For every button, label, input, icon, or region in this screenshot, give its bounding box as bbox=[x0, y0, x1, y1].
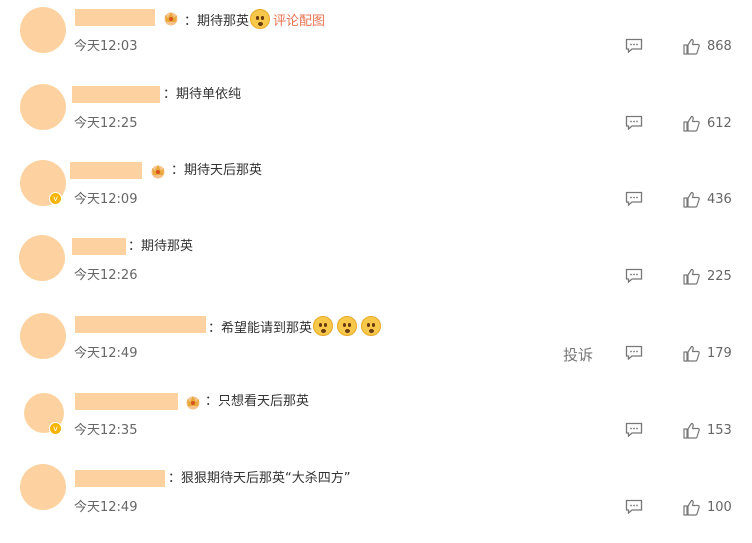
comment-colon: ： bbox=[205, 394, 219, 409]
thumbs-up-icon[interactable] bbox=[683, 345, 700, 362]
comment-time: 今天12:03 bbox=[74, 39, 138, 54]
blushing-face-emoji bbox=[313, 316, 334, 336]
like-count: 225 bbox=[707, 269, 732, 284]
thumbs-up-icon[interactable] bbox=[683, 422, 700, 439]
username-placeholder[interactable] bbox=[75, 316, 206, 333]
comment-icon[interactable] bbox=[625, 499, 643, 514]
like-count: 868 bbox=[707, 39, 732, 54]
comment-item: v ：只想看天后那英 今天12:35 153 bbox=[0, 390, 752, 466]
comment-text: 只想看天后那英 bbox=[218, 394, 310, 409]
avatar[interactable] bbox=[20, 313, 66, 359]
comment-text: 希望能请到那英 bbox=[221, 321, 313, 336]
username-placeholder[interactable] bbox=[72, 86, 160, 103]
verified-badge-icon: v bbox=[49, 192, 62, 205]
comment-time: 今天12:49 bbox=[74, 346, 138, 361]
thumbs-up-icon[interactable] bbox=[683, 191, 700, 208]
comment-text: 狠狠期待天后那英“大杀四方” bbox=[181, 471, 351, 486]
username-placeholder[interactable] bbox=[72, 238, 126, 255]
avatar[interactable] bbox=[19, 235, 65, 281]
comment-icon[interactable] bbox=[625, 38, 643, 53]
avatar[interactable] bbox=[20, 464, 66, 510]
comment-icon[interactable] bbox=[625, 422, 643, 437]
crown-badge-icon bbox=[164, 12, 178, 26]
comment-item: ：希望能请到那英 今天12:49 投诉 179 bbox=[0, 313, 752, 389]
verified-badge-icon: v bbox=[49, 422, 62, 435]
comment-item: ：期待那英 评论配图 今天12:03 868 bbox=[0, 6, 752, 82]
comment-icon[interactable] bbox=[625, 191, 643, 206]
comment-time: 今天12:09 bbox=[74, 192, 138, 207]
comment-time: 今天12:25 bbox=[74, 116, 138, 131]
like-count: 100 bbox=[707, 500, 732, 515]
comment-time: 今天12:26 bbox=[74, 268, 138, 283]
crying-face-emoji bbox=[250, 9, 271, 29]
like-count: 153 bbox=[707, 423, 732, 438]
comment-colon: ： bbox=[184, 14, 198, 29]
crown-badge-icon bbox=[186, 396, 200, 410]
comment-text: 期待那英 bbox=[141, 239, 194, 254]
thumbs-up-icon[interactable] bbox=[683, 268, 700, 285]
like-count: 179 bbox=[707, 346, 732, 361]
thumbs-up-icon[interactable] bbox=[683, 115, 700, 132]
comment-image-link[interactable]: 评论配图 bbox=[273, 14, 325, 29]
username-placeholder[interactable] bbox=[70, 162, 142, 179]
comment-icon[interactable] bbox=[625, 115, 643, 130]
comment-colon: ： bbox=[171, 163, 185, 178]
like-count: 436 bbox=[707, 192, 732, 207]
comment-colon: ： bbox=[208, 321, 222, 336]
comment-colon: ： bbox=[163, 87, 177, 102]
comment-item: ：期待那英 今天12:26 225 bbox=[0, 235, 752, 311]
comment-item: ：狠狠期待天后那英“大杀四方” 今天12:49 100 bbox=[0, 464, 752, 543]
blushing-face-emoji bbox=[361, 316, 382, 336]
username-placeholder[interactable] bbox=[75, 470, 165, 487]
thumbs-up-icon[interactable] bbox=[683, 38, 700, 55]
comment-text: 期待天后那英 bbox=[184, 163, 263, 178]
username-placeholder[interactable] bbox=[75, 9, 155, 26]
comment-item: ：期待单依纯 今天12:25 612 bbox=[0, 83, 752, 159]
report-button[interactable]: 投诉 bbox=[563, 344, 593, 365]
comment-time: 今天12:35 bbox=[74, 423, 138, 438]
username-placeholder[interactable] bbox=[75, 393, 178, 410]
comment-icon[interactable] bbox=[625, 268, 643, 283]
comment-colon: ： bbox=[168, 471, 182, 486]
comment-item: v ：期待天后那英 今天12:09 436 bbox=[0, 159, 752, 235]
avatar[interactable] bbox=[20, 7, 66, 53]
avatar[interactable] bbox=[20, 84, 66, 130]
comment-icon[interactable] bbox=[625, 345, 643, 360]
comment-time: 今天12:49 bbox=[74, 500, 138, 515]
comment-colon: ： bbox=[128, 239, 142, 254]
like-count: 612 bbox=[707, 116, 732, 131]
comment-text: 期待单依纯 bbox=[176, 87, 242, 102]
comment-text: 期待那英 bbox=[197, 14, 250, 29]
blushing-face-emoji bbox=[337, 316, 358, 336]
crown-badge-icon bbox=[151, 165, 165, 179]
thumbs-up-icon[interactable] bbox=[683, 499, 700, 516]
